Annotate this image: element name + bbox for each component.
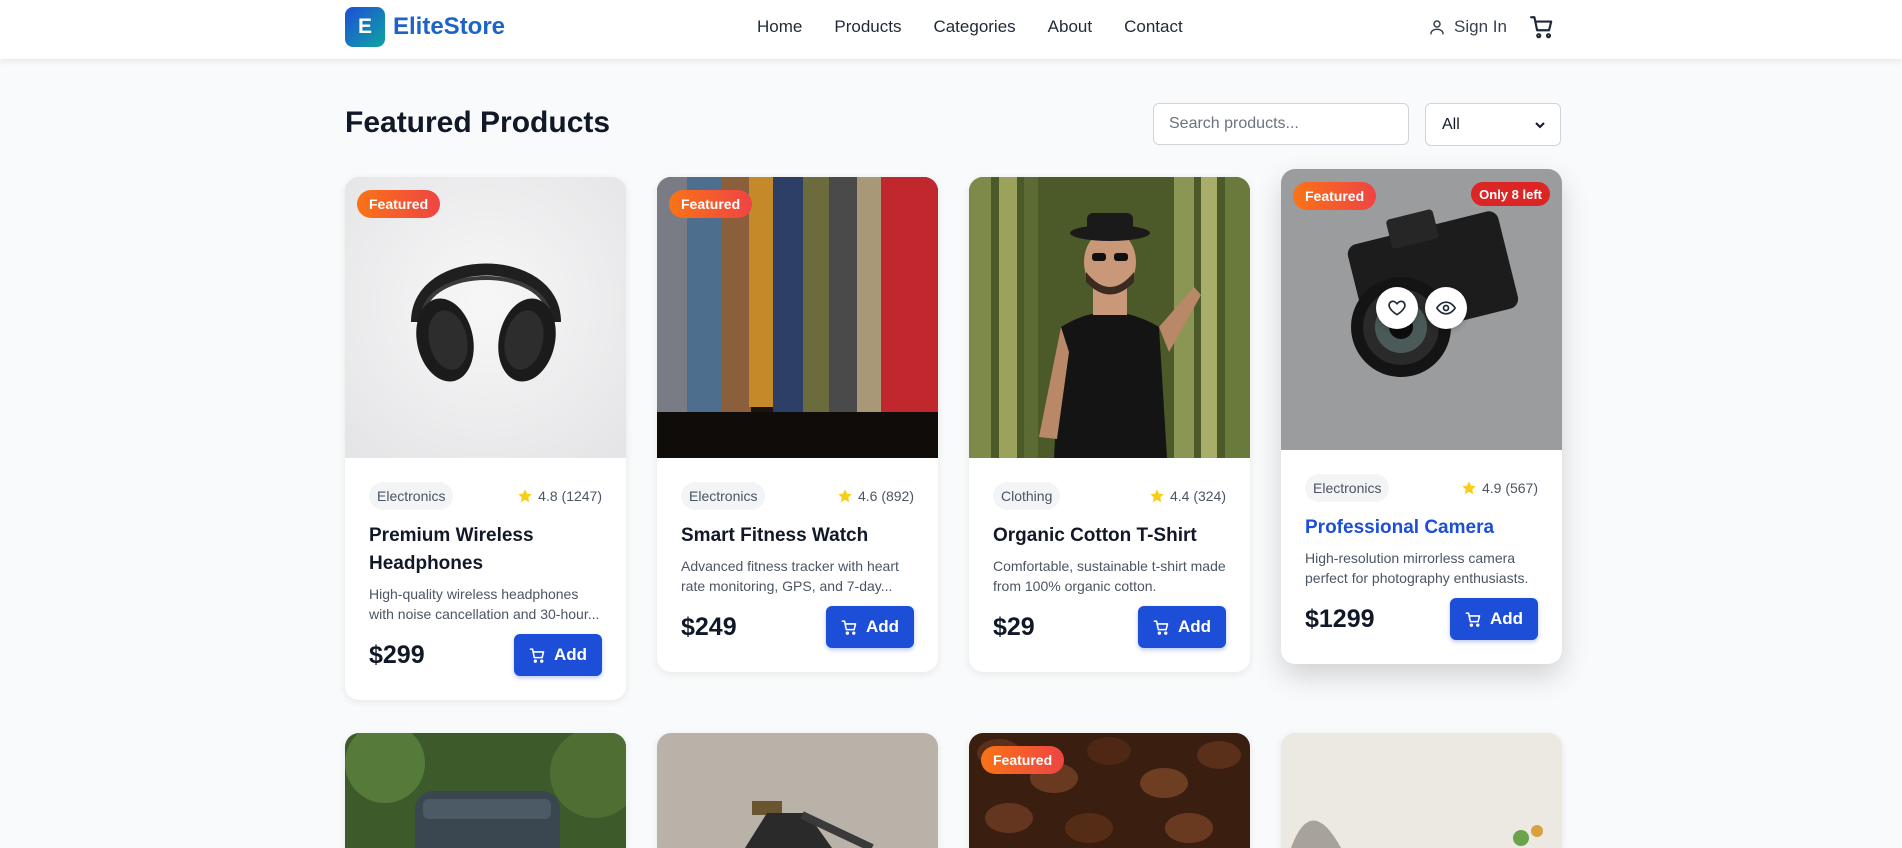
- product-card[interactable]: Featured Only 8 left Electronics 4.9 (56…: [1281, 169, 1562, 664]
- brand[interactable]: E EliteStore: [345, 7, 505, 47]
- add-to-cart-button[interactable]: Add: [1450, 598, 1538, 640]
- brand-name: EliteStore: [393, 13, 506, 40]
- featured-badge: Featured: [1293, 182, 1377, 210]
- review-count: (567): [1505, 480, 1538, 496]
- product-name[interactable]: Professional Camera: [1305, 514, 1538, 542]
- main-nav: Home Products Categories About Contact: [757, 17, 1215, 37]
- product-description: Comfortable, sustainable t-shirt made fr…: [993, 558, 1226, 594]
- product-name[interactable]: Premium Wireless Headphones: [369, 522, 602, 578]
- product-image-fitness-watch[interactable]: Featured: [657, 177, 938, 458]
- add-label: Add: [1489, 609, 1524, 628]
- product-card[interactable]: Clothing 4.4 (324) Organic Cotton T-Shir…: [969, 177, 1250, 672]
- add-to-cart-button[interactable]: Add: [514, 634, 602, 676]
- product-name[interactable]: Smart Fitness Watch: [681, 522, 914, 550]
- nav-products[interactable]: Products: [834, 17, 901, 37]
- product-price: $249: [681, 612, 737, 641]
- eye-icon: [1436, 301, 1456, 315]
- product-card[interactable]: [345, 733, 626, 848]
- featured-badge: Featured: [669, 190, 753, 218]
- review-count: (1247): [561, 488, 602, 504]
- logo-icon: E: [345, 7, 385, 47]
- product-image-coffee[interactable]: Featured: [969, 733, 1250, 848]
- add-to-cart-button[interactable]: Add: [826, 606, 914, 648]
- product-image-camera[interactable]: Featured Only 8 left: [1281, 169, 1562, 450]
- product-image-backpack[interactable]: [345, 733, 626, 848]
- nav-home[interactable]: Home: [757, 17, 802, 37]
- category-chip: Electronics: [681, 482, 766, 510]
- product-price: $1299: [1305, 604, 1375, 633]
- heart-icon: [1388, 300, 1406, 316]
- review-count: (892): [881, 488, 914, 504]
- add-to-cart-button[interactable]: Add: [1138, 606, 1226, 648]
- product-price: $299: [369, 640, 425, 669]
- wishlist-button[interactable]: [1376, 287, 1418, 329]
- stock-badge: Only 8 left: [1471, 182, 1550, 206]
- chevron-down-icon: [1535, 121, 1545, 128]
- rating: 4.8 (1247): [517, 488, 602, 504]
- add-label: Add: [1177, 617, 1212, 636]
- product-description: Advanced fitness tracker with heart rate…: [681, 558, 899, 594]
- product-card[interactable]: Featured Electronics 4.6 (892) Smart Fit…: [657, 177, 938, 672]
- category-filter-select[interactable]: All: [1425, 103, 1561, 146]
- star-icon: [1462, 481, 1476, 495]
- product-image-headphones[interactable]: Featured: [345, 177, 626, 458]
- shopping-cart-icon: [841, 619, 857, 635]
- category-chip: Electronics: [1305, 474, 1390, 502]
- add-label: Add: [553, 645, 588, 664]
- user-icon: [1430, 20, 1444, 35]
- rating-value: 4.9: [1481, 480, 1502, 496]
- product-card[interactable]: Featured: [969, 733, 1250, 848]
- featured-badge: Featured: [357, 190, 441, 218]
- add-label: Add: [865, 617, 900, 636]
- shopping-cart-icon: [529, 647, 545, 663]
- rating: 4.9 (567): [1461, 480, 1538, 496]
- nav-about[interactable]: About: [1048, 17, 1092, 37]
- star-icon: [838, 489, 852, 503]
- category-chip: Clothing: [993, 482, 1061, 510]
- nav-categories[interactable]: Categories: [933, 17, 1015, 37]
- product-price: $29: [993, 612, 1035, 641]
- product-name[interactable]: Organic Cotton T-Shirt: [993, 522, 1226, 550]
- site-header: E EliteStore Home Products Categories Ab…: [0, 0, 1902, 59]
- page-title: Featured Products: [345, 106, 611, 139]
- star-icon: [518, 489, 532, 503]
- rating: 4.6 (892): [837, 488, 914, 504]
- quick-view-button[interactable]: [1425, 287, 1467, 329]
- rating-value: 4.8: [538, 488, 558, 504]
- rating: 4.4 (324): [1149, 488, 1226, 504]
- filter-selected-value: All: [1442, 115, 1460, 133]
- shopping-cart-icon: [1153, 619, 1169, 635]
- category-chip: Electronics: [369, 482, 454, 510]
- star-icon: [1150, 489, 1164, 503]
- cart-button[interactable]: [1529, 14, 1555, 45]
- featured-badge: Featured: [981, 746, 1065, 774]
- product-image-plant[interactable]: [1281, 733, 1562, 848]
- product-card[interactable]: Featured Electronics 4.8 (1247) Premium …: [345, 177, 626, 700]
- shopping-cart-icon: [1530, 16, 1553, 39]
- product-card[interactable]: [657, 733, 938, 848]
- product-description: High-quality wireless headphones with no…: [369, 586, 600, 622]
- product-image-tshirt[interactable]: [969, 177, 1250, 458]
- nav-contact[interactable]: Contact: [1124, 17, 1183, 37]
- product-image-lamp[interactable]: [657, 733, 938, 848]
- rating-value: 4.6: [857, 488, 878, 504]
- product-card[interactable]: [1281, 733, 1562, 848]
- sign-in-label: Sign In: [1454, 17, 1507, 36]
- product-description: High-resolution mirrorless camera perfec…: [1305, 550, 1529, 586]
- sign-in-link[interactable]: Sign In: [1428, 17, 1507, 37]
- shopping-cart-icon: [1465, 611, 1481, 627]
- review-count: (324): [1193, 488, 1226, 504]
- search-input[interactable]: [1153, 103, 1409, 145]
- rating-value: 4.4: [1169, 488, 1190, 504]
